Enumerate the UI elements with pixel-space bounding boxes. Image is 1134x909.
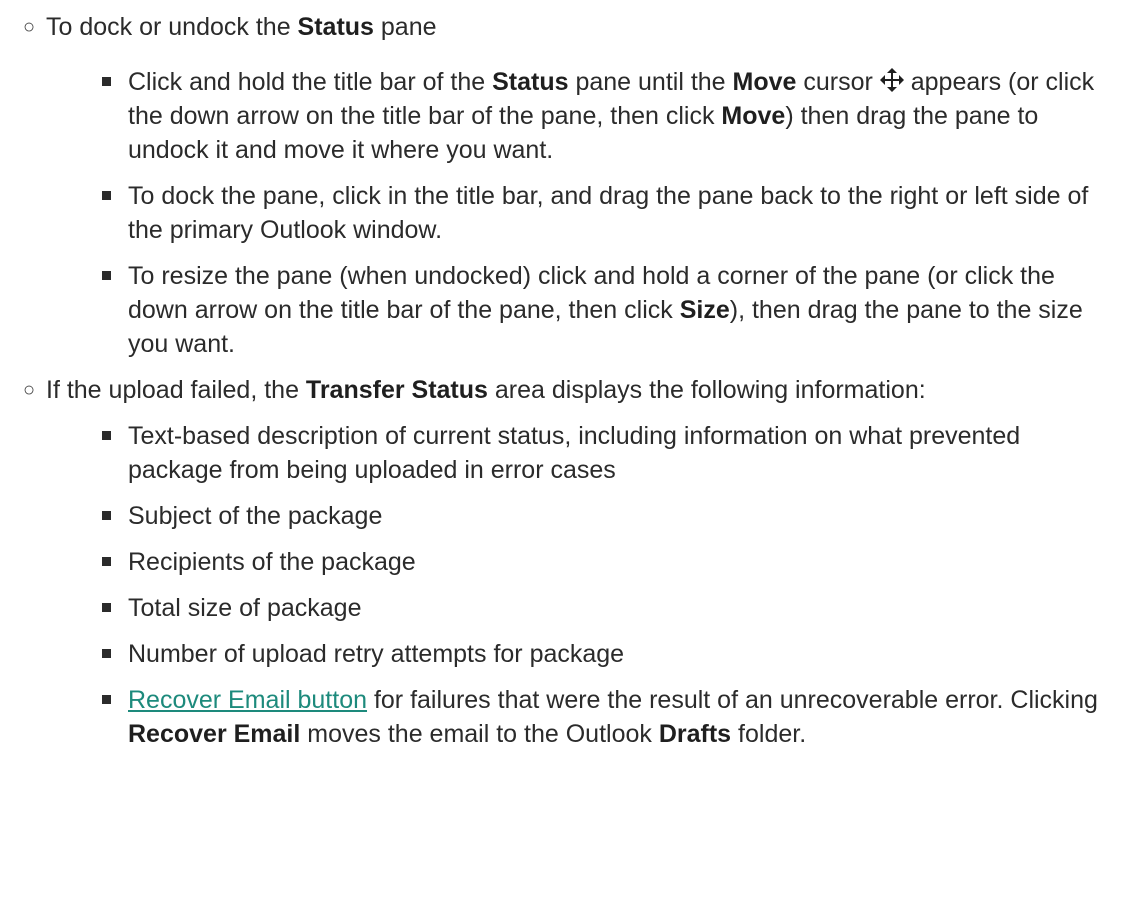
list-item-resize: To resize the pane (when undocked) click… — [0, 259, 1134, 361]
list-item-dock-heading: ○ To dock or undock the Status pane — [0, 10, 1134, 44]
undock-text-2: pane until the — [568, 68, 733, 96]
square-bullet-icon — [102, 603, 111, 612]
square-bullet-icon — [102, 695, 111, 704]
recover-text-1: for failures that were the result of an … — [367, 686, 1098, 714]
resize-bold-size: Size — [679, 296, 730, 324]
square-bullet-icon — [102, 649, 111, 658]
undock-bold-status: Status — [492, 68, 569, 96]
subject-text: Subject of the package — [128, 502, 383, 530]
dock-heading-post: pane — [373, 13, 437, 41]
recover-text-3: folder. — [731, 720, 807, 748]
dock-heading-pre: To dock or undock the — [46, 13, 298, 41]
list-item-description: Text-based description of current status… — [0, 419, 1134, 487]
square-bullet-icon — [102, 511, 111, 520]
failed-heading-bold: Transfer Status — [305, 376, 488, 404]
recover-text-2: moves the email to the Outlook — [300, 720, 659, 748]
recipients-text: Recipients of the package — [128, 548, 416, 576]
square-bullet-icon — [102, 191, 111, 200]
undock-text-1: Click and hold the title bar of the — [128, 68, 493, 96]
recover-email-button-link[interactable]: Recover Email button — [128, 686, 367, 714]
move-cursor-icon — [879, 67, 904, 92]
list-item-recipients: Recipients of the package — [0, 545, 1134, 579]
list-item-subject: Subject of the package — [0, 499, 1134, 533]
failed-heading-pre: If the upload failed, the — [46, 376, 306, 404]
hollow-circle-bullet-icon: ○ — [22, 379, 36, 401]
dock-heading-bold: Status — [297, 13, 374, 41]
retry-text: Number of upload retry attempts for pack… — [128, 640, 625, 668]
description-text: Text-based description of current status… — [128, 422, 1021, 484]
total-size-text: Total size of package — [128, 594, 362, 622]
recover-bold-recover-email: Recover Email — [128, 720, 301, 748]
dock-text: To dock the pane, click in the title bar… — [128, 182, 1089, 244]
undock-bold-move-2: Move — [721, 102, 786, 130]
undock-text-3: cursor — [796, 68, 880, 96]
list-item-undock: Click and hold the title bar of the Stat… — [0, 65, 1134, 167]
square-bullet-icon — [102, 271, 111, 280]
list-item-dock: To dock the pane, click in the title bar… — [0, 179, 1134, 247]
recover-bold-drafts: Drafts — [658, 720, 732, 748]
square-bullet-icon — [102, 431, 111, 440]
document-body: ○ To dock or undock the Status pane Clic… — [0, 0, 1134, 751]
list-item-failed-heading: ○ If the upload failed, the Transfer Sta… — [0, 373, 1134, 407]
square-bullet-icon — [102, 557, 111, 566]
list-item-recover-email: Recover Email button for failures that w… — [0, 683, 1134, 751]
undock-bold-move: Move — [732, 68, 797, 96]
failed-heading-post: area displays the following information: — [487, 376, 926, 404]
list-item-retry: Number of upload retry attempts for pack… — [0, 637, 1134, 671]
list-item-total-size: Total size of package — [0, 591, 1134, 625]
hollow-circle-bullet-icon: ○ — [22, 16, 36, 38]
square-bullet-icon — [102, 77, 111, 86]
